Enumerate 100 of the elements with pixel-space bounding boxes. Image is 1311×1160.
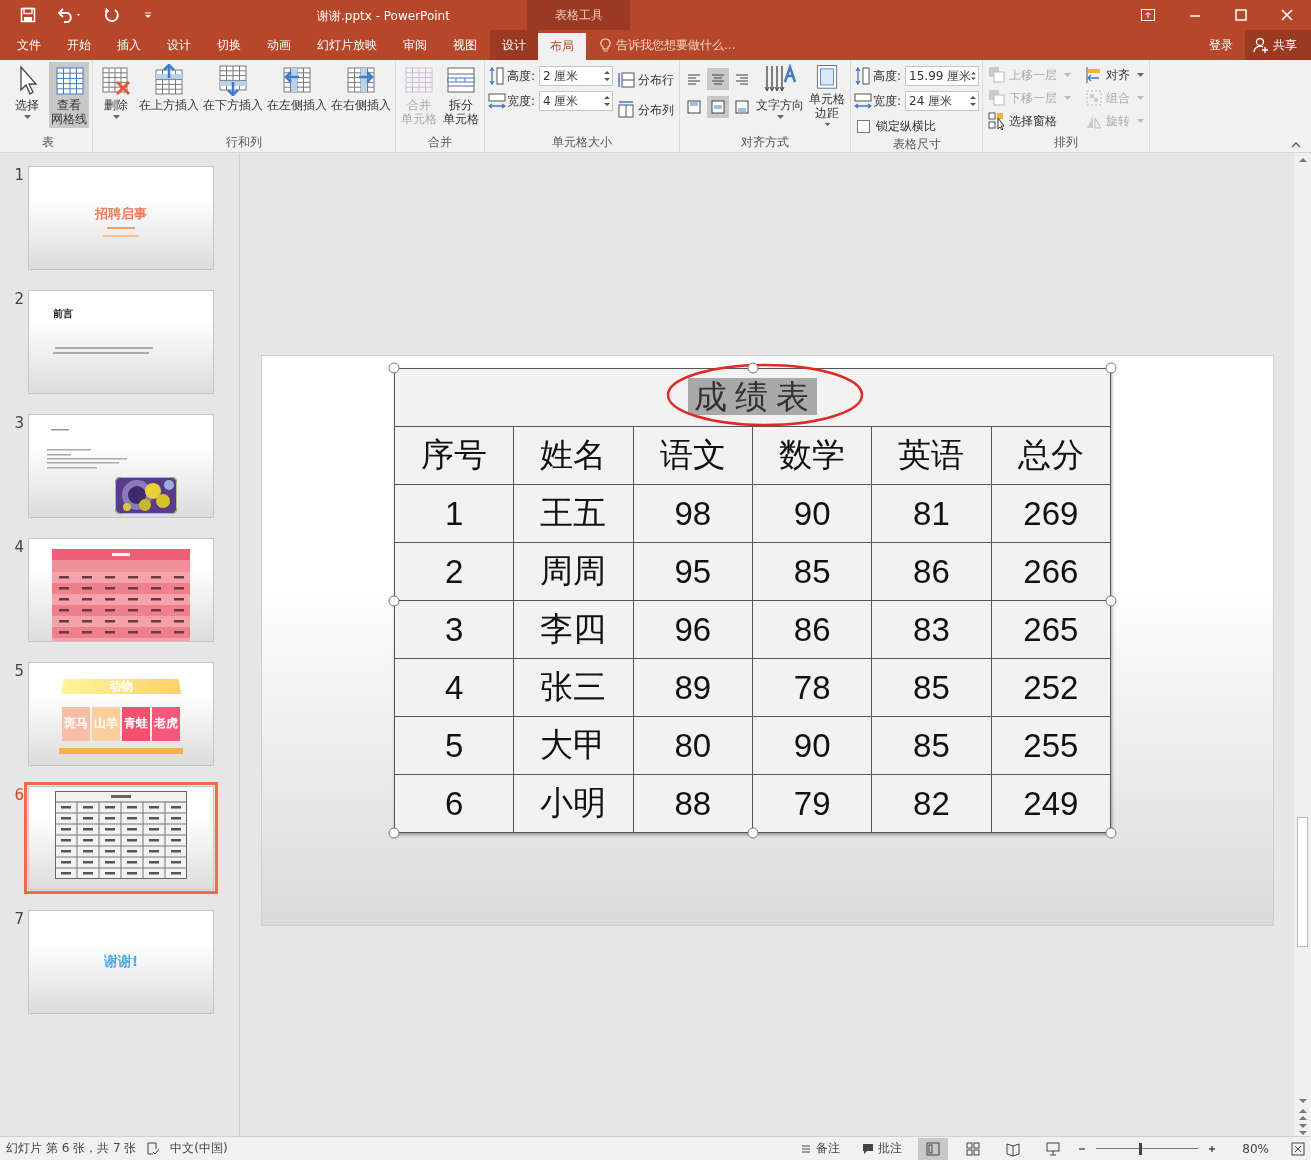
- table-cell: 95: [633, 542, 753, 601]
- spin-arrows-icon[interactable]: [604, 70, 613, 82]
- ribbon-tab[interactable]: 开始: [54, 30, 104, 60]
- zoom-thumb[interactable]: [1139, 1142, 1143, 1155]
- ribbon-button[interactable]: 查看 网格线: [49, 62, 89, 128]
- caret-icon: [823, 122, 831, 126]
- collapse-ribbon-icon[interactable]: [1291, 142, 1301, 148]
- close-icon[interactable]: [1281, 9, 1293, 21]
- selection-handle[interactable]: [1105, 827, 1117, 839]
- tell-me-field[interactable]: 告诉我您想要做什么...: [616, 38, 816, 52]
- language-indicator[interactable]: 中文(中国): [170, 1140, 228, 1157]
- comments-button[interactable]: 批注: [856, 1140, 909, 1157]
- caret-icon: [23, 115, 31, 119]
- ribbon-tab[interactable]: 设计: [490, 30, 538, 60]
- zoom-level[interactable]: 80%: [1242, 1141, 1269, 1156]
- column-width-icon: [488, 92, 506, 110]
- table-cell: 小明: [513, 774, 634, 833]
- ribbon-button[interactable]: 单元格 边距: [807, 62, 848, 128]
- notes-button[interactable]: 备注: [794, 1140, 847, 1157]
- table-cell: 81: [871, 484, 992, 543]
- ribbon-tab[interactable]: 动画: [254, 30, 304, 60]
- ribbon-tab[interactable]: 文件: [4, 30, 54, 60]
- sign-in-link[interactable]: 登录: [1197, 36, 1245, 54]
- selection-handle[interactable]: [747, 827, 758, 839]
- table-cell: 85: [752, 542, 872, 601]
- table-header: 数学: [752, 426, 872, 485]
- slide-thumbnail[interactable]: 前言: [28, 290, 214, 394]
- alignment-icon: [686, 71, 703, 87]
- ribbon-button[interactable]: 对齐: [1083, 64, 1147, 86]
- selection-handle[interactable]: [388, 595, 400, 606]
- slide-thumbnail[interactable]: [28, 538, 214, 642]
- ribbon-button[interactable]: 选择: [7, 62, 47, 128]
- ribbon-button[interactable]: 在下方插入: [202, 62, 264, 128]
- previous-slide-icon[interactable]: [1298, 1108, 1307, 1122]
- table-cell: 张三: [513, 658, 634, 717]
- checkbox[interactable]: [857, 119, 871, 133]
- slide-number: 3: [13, 414, 24, 434]
- redo-icon[interactable]: [104, 7, 120, 23]
- spin-field[interactable]: 4 厘米: [539, 91, 614, 111]
- vertical-scrollbar[interactable]: [1294, 153, 1311, 1136]
- insert-row-above-icon: [153, 64, 185, 96]
- selection-handle[interactable]: [388, 827, 400, 839]
- ribbon-tab[interactable]: 布局: [538, 33, 586, 60]
- ribbon-button[interactable]: 分布列: [615, 100, 677, 120]
- ribbon-tab[interactable]: 视图: [440, 30, 490, 60]
- slide-counter: 幻灯片 第 6 张，共 7 张: [6, 1140, 137, 1157]
- ribbon-tab[interactable]: 设计: [154, 30, 204, 60]
- ribbon-tab[interactable]: 插入: [104, 30, 154, 60]
- row-height-icon: [854, 67, 873, 85]
- ribbon-button[interactable]: 文字方向: [755, 62, 806, 128]
- spelling-check-icon[interactable]: [146, 1141, 161, 1156]
- table-cell: 83: [871, 600, 992, 659]
- spin-field[interactable]: 15.99 厘米: [905, 66, 980, 86]
- insert-column-left-icon: [281, 64, 313, 96]
- share-button[interactable]: 共享: [1245, 30, 1311, 60]
- group-label: 表: [41, 134, 55, 151]
- spin-field[interactable]: 24 厘米: [905, 91, 980, 111]
- fit-slide-icon[interactable]: [1291, 1141, 1305, 1156]
- slide-thumbnail[interactable]: [28, 414, 214, 518]
- ribbon-button[interactable]: 分布行: [615, 70, 677, 90]
- alignment-icon: [710, 71, 727, 87]
- ribbon-tab[interactable]: 切换: [204, 30, 254, 60]
- maximize-icon[interactable]: [1235, 9, 1247, 21]
- ribbon-display-icon[interactable]: [1141, 9, 1155, 21]
- split-cells-icon: [445, 64, 477, 96]
- ribbon-button[interactable]: 删除: [96, 62, 136, 128]
- selection-handle[interactable]: [388, 362, 400, 374]
- ribbon-button[interactable]: 在右侧插入: [330, 62, 392, 128]
- view-button[interactable]: [918, 1137, 949, 1160]
- table-header: 英语: [871, 426, 992, 485]
- table-cell: 周周: [513, 542, 634, 601]
- group-icon: [1085, 89, 1104, 107]
- ribbon-button[interactable]: 选择窗格: [986, 110, 1074, 132]
- ribbon-tab[interactable]: 幻灯片放映: [304, 30, 390, 60]
- scrollbar-thumb[interactable]: [1297, 817, 1308, 947]
- selection-handle[interactable]: [1105, 362, 1117, 374]
- table-cell: 90: [752, 716, 872, 775]
- ribbon-button[interactable]: 在上方插入: [138, 62, 200, 128]
- table-cell: 1: [394, 484, 514, 543]
- spin-arrows-icon[interactable]: [970, 95, 979, 107]
- field-label: 宽度:: [507, 92, 536, 110]
- row-height-icon: [488, 67, 506, 85]
- ribbon-tab[interactable]: 审阅: [390, 30, 440, 60]
- table-cell: 4: [394, 658, 514, 717]
- ribbon-button[interactable]: 拆分 单元格: [441, 62, 481, 128]
- zoom-in-icon[interactable]: [1208, 1144, 1217, 1153]
- alignment-button[interactable]: [707, 68, 730, 90]
- table-cell: 80: [633, 716, 753, 775]
- context-tab-header: 表格工具: [527, 0, 630, 30]
- score-table[interactable]: 成绩表 序号 姓名 语文 数学 英语 总分 1 王五 98 90 81 269 2 周周 95 85 86 266 3 李四 96 86 83 265 4 张三 89 78 85 252 5 大甲 80 90 85 255 6 小明 88 79 82 249: [394, 368, 1111, 833]
- spin-arrows-icon[interactable]: [604, 95, 613, 107]
- alignment-button[interactable]: [707, 96, 730, 118]
- save-icon[interactable]: [20, 7, 36, 23]
- caret-icon: [1137, 73, 1145, 77]
- selection-handle[interactable]: [1105, 595, 1117, 606]
- table-cell: 85: [871, 658, 992, 717]
- ribbon-button[interactable]: 在左侧插入: [266, 62, 328, 128]
- spin-field[interactable]: 2 厘米: [539, 66, 614, 86]
- selection-handle[interactable]: [747, 362, 758, 374]
- next-slide-icon[interactable]: [1298, 1122, 1307, 1136]
